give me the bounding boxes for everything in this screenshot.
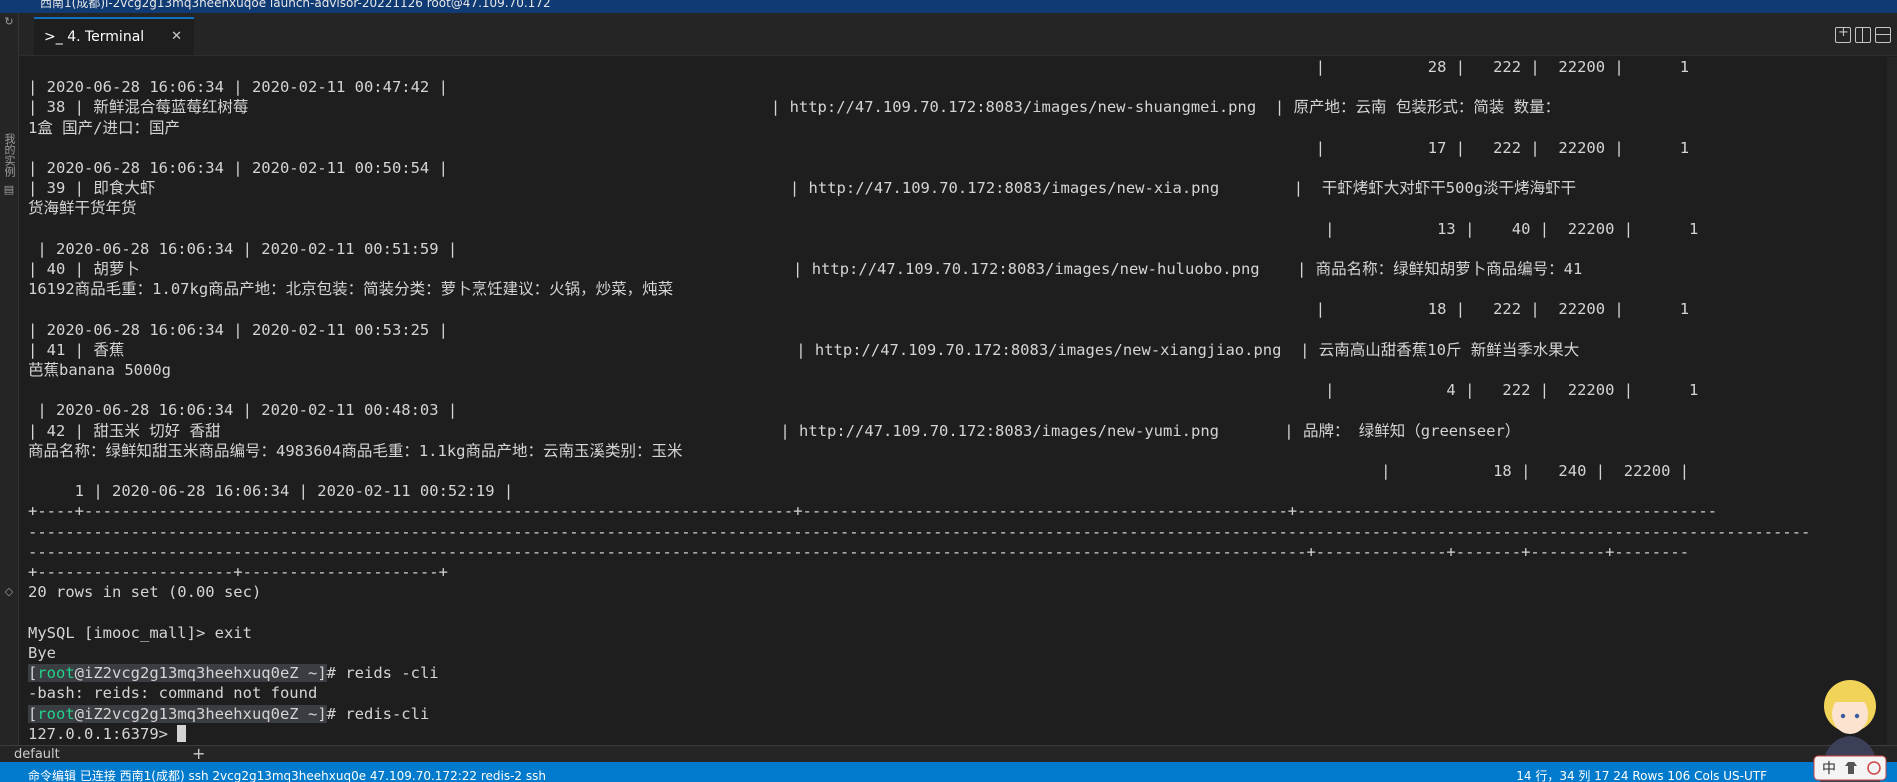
terminal-line: | 17 | 222 | 22200 | 1 (28, 138, 1690, 157)
mascot-eye-right (1854, 713, 1860, 719)
terminal-line: MySQL [imooc_mall]> exit (28, 623, 252, 642)
command-text: # redis-cli (326, 704, 430, 723)
refresh-icon[interactable]: ↻ (2, 15, 16, 29)
mascot-eye-left (1840, 713, 1846, 719)
prompt-host: @iZ2vcg2g13mq3heehxuq0eZ ~ (74, 704, 318, 723)
close-icon[interactable]: ✕ (171, 19, 182, 55)
terminal-command-line: [root@iZ2vcg2g13mq3heehxuq0eZ ~]# reids … (28, 663, 1890, 683)
status-right[interactable]: 14 行，34 列 17 24 Rows 106 Cols US-UTF (1516, 766, 1767, 782)
prompt-bracket-close: ] (317, 704, 327, 723)
redis-prompt-line: 127.0.0.1:6379> (28, 724, 1890, 744)
terminal-profile-bar: default + (0, 744, 1897, 763)
terminal-line: 16192商品毛重：1.07kg商品产地：北京包装：简装分类：萝卜烹饪建议：火锅… (28, 280, 674, 299)
add-profile-button[interactable]: + (192, 744, 205, 763)
prompt-bracket-open: [ (28, 704, 38, 723)
mascot-avatar[interactable]: 中 (1808, 672, 1892, 782)
tab-label: 4. Terminal (67, 29, 145, 45)
terminal-line: | 41 | 香蕉 | http://47.109.70.172:8083/im… (28, 340, 1580, 359)
terminal-line: +----+----------------------------------… (28, 502, 1718, 521)
terminal-line: | 40 | 胡萝卜 | http://47.109.70.172:8083/i… (28, 260, 1583, 279)
terminal-line: | 2020-06-28 16:06:34 | 2020-02-11 00:53… (28, 320, 448, 339)
terminal-line: 货海鲜干货年货 (28, 199, 137, 218)
terminal-line: | 18 | 240 | 22200 | (28, 462, 1690, 481)
terminal-line: 1 | 2020-06-28 16:06:34 | 2020-02-11 00:… (28, 482, 514, 501)
terminal-scrollbar[interactable] (1887, 57, 1897, 745)
status-left[interactable]: 命令编辑 已连接 西南1(成都) ssh 2vcg2g13mq3heehxuq0… (28, 766, 546, 782)
terminal-line: | 2020-06-28 16:06:34 | 2020-02-11 00:50… (28, 159, 448, 178)
new-terminal-icon[interactable] (1835, 25, 1851, 43)
terminal-line: ----------------------------------------… (28, 542, 1690, 561)
prompt-user: root (37, 664, 75, 683)
prompt-bracket-open: [ (28, 664, 38, 683)
prompt-user: root (37, 704, 75, 723)
terminal-line: | 13 | 40 | 22200 | 1 (28, 219, 1699, 238)
terminal-line: | 2020-06-28 16:06:34 | 2020-02-11 00:47… (28, 78, 448, 97)
terminal-line: | 28 | 222 | 22200 | 1 (28, 58, 1690, 76)
terminal-line: | 42 | 甜玉米 切好 香甜 | http://47.109.70.172:… (28, 421, 1521, 440)
prompt-host: @iZ2vcg2g13mq3heehxuq0eZ ~ (74, 664, 318, 683)
terminal-line: 20 rows in set (0.00 sec) (28, 583, 262, 602)
terminal-line: ----------------------------------------… (28, 522, 1811, 541)
cursor (177, 724, 187, 742)
terminal-line: | 18 | 222 | 22200 | 1 (28, 300, 1690, 319)
pin-icon[interactable]: ◇ (2, 585, 16, 599)
profile-name[interactable]: default (14, 746, 60, 763)
terminal-line: 芭蕉banana 5000g (28, 361, 171, 380)
tab-actions (1835, 25, 1891, 45)
split-horizontal-icon[interactable] (1875, 27, 1891, 43)
terminal-line: | 2020-06-28 16:06:34 | 2020-02-11 00:48… (28, 401, 458, 420)
terminal-line: | 4 | 222 | 22200 | 1 (28, 381, 1699, 400)
window-title: 西南1(成都)i-2vcg2g13mq3heehxuqoe launch-adv… (40, 0, 551, 10)
mascot-fringe (1830, 690, 1870, 702)
terminal-line: | 38 | 新鲜混合莓蓝莓红树莓 | http://47.109.70.172… (28, 98, 1561, 117)
terminal-error-line: -bash: reids: command not found (28, 684, 318, 703)
activity-bar: ↻ 我的实例 ▤ ◇ (0, 13, 19, 762)
status-bar: 命令编辑 已连接 西南1(成都) ssh 2vcg2g13mq3heehxuq0… (0, 762, 1897, 782)
tab-terminal[interactable]: >_ 4. Terminal ✕ (34, 17, 194, 55)
redis-prompt: 127.0.0.1:6379> (28, 724, 178, 743)
split-vertical-icon[interactable] (1855, 27, 1871, 43)
terminal-line: | 2020-06-28 16:06:34 | 2020-02-11 00:51… (28, 239, 458, 258)
terminal-line: Bye (28, 643, 56, 662)
terminal-output[interactable]: | 28 | 222 | 22200 | 1 | 2020-06-28 16:06… (28, 57, 1890, 745)
list-icon[interactable]: ▤ (2, 183, 16, 197)
terminal-line: 1盒 国产/进口：国产 (28, 118, 180, 137)
terminal-tabbar: >_ 4. Terminal ✕ (19, 13, 1897, 56)
prompt-bracket-close: ] (317, 664, 327, 683)
terminal-line: | 39 | 即食大虾 | http://47.109.70.172:8083/… (28, 179, 1577, 198)
terminal-icon: >_ (44, 29, 63, 45)
terminal-command-line: [root@iZ2vcg2g13mq3heehxuq0eZ ~]# redis-… (28, 704, 1890, 724)
command-text: # reids -cli (326, 664, 439, 683)
mascot-badge: 中 (1822, 761, 1836, 777)
terminal-history: | 28 | 222 | 22200 | 1 | 2020-06-28 16:06… (28, 57, 1890, 663)
terminal-line: +---------------------+-----------------… (28, 563, 448, 582)
window-titlebar: 西南1(成都)i-2vcg2g13mq3heehxuqoe launch-adv… (0, 0, 1897, 13)
terminal-line: 商品名称：绿鲜知甜玉米商品编号：4983604商品毛重：1.1kg商品产地：云南… (28, 441, 683, 460)
